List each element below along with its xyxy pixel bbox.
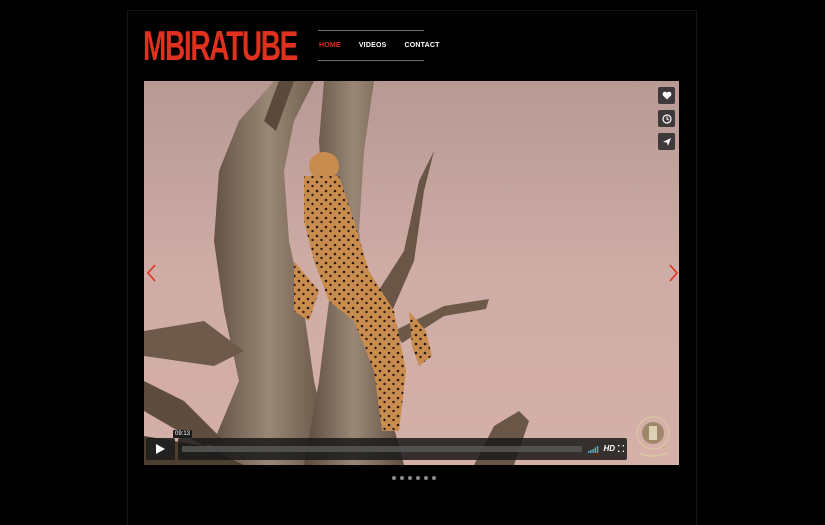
- nav-contact[interactable]: CONTACT: [404, 42, 439, 49]
- logo[interactable]: MBIRATUBE: [143, 22, 299, 66]
- player-controls: HD 09:13: [146, 430, 677, 460]
- chevron-right-icon[interactable]: [667, 264, 679, 282]
- slide-dot[interactable]: [432, 476, 436, 480]
- slide-dot[interactable]: [400, 476, 404, 480]
- nav-videos[interactable]: VIDEOS: [359, 42, 387, 49]
- logo-text: MBIRATUBE: [143, 22, 298, 66]
- video-player[interactable]: HD 09:13: [144, 81, 679, 465]
- play-icon: [156, 444, 165, 454]
- chevron-left-icon[interactable]: [146, 264, 158, 282]
- slide-dot[interactable]: [408, 476, 412, 480]
- slide-dot[interactable]: [416, 476, 420, 480]
- nav-home[interactable]: HOME: [319, 42, 341, 49]
- hd-toggle[interactable]: HD: [603, 444, 615, 453]
- main-nav: HOME VIDEOS CONTACT: [318, 30, 439, 61]
- slide-dot[interactable]: [424, 476, 428, 480]
- volume-icon[interactable]: [588, 445, 599, 453]
- send-icon: [662, 137, 671, 146]
- like-button[interactable]: [658, 87, 675, 104]
- slider-pagination: [392, 476, 436, 480]
- timecode: 09:13: [173, 430, 193, 438]
- share-button[interactable]: [658, 133, 675, 150]
- video-frame: [144, 81, 679, 465]
- slide-dot[interactable]: [392, 476, 396, 480]
- heart-icon: [662, 91, 671, 100]
- watch-later-button[interactable]: [658, 110, 675, 127]
- fullscreen-icon[interactable]: [618, 445, 624, 452]
- progress-bar[interactable]: [182, 446, 582, 452]
- play-button[interactable]: [146, 438, 175, 460]
- control-bar: HD: [178, 438, 627, 460]
- clock-icon: [661, 113, 672, 124]
